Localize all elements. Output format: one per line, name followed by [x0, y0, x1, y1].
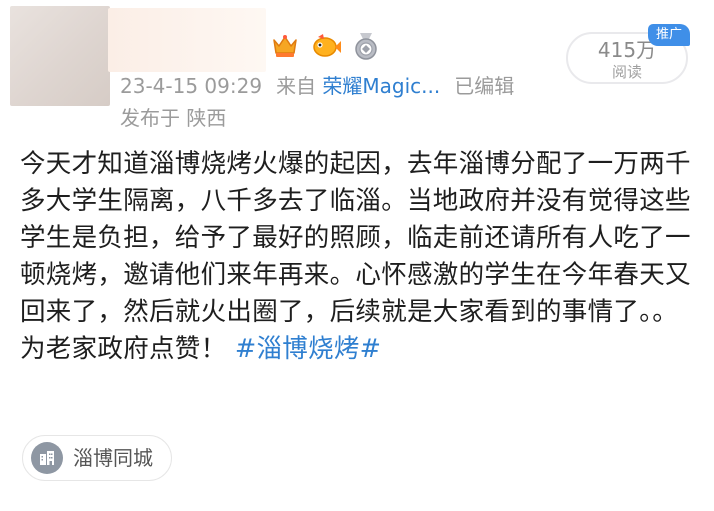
source-prefix: 来自 [276, 74, 317, 98]
hashtag-link[interactable]: #淄博烧烤# [235, 334, 382, 364]
username[interactable] [108, 8, 266, 72]
fish-icon[interactable] [310, 31, 342, 61]
post-meta: 23-4-15 09:29 来自 荣耀Magic... 已编辑 [120, 72, 514, 100]
user-badges [270, 30, 390, 62]
geo-tag-pill[interactable]: 淄博同城 [22, 435, 172, 481]
crown-medal-icon[interactable] [270, 31, 300, 61]
geo-tag-label: 淄博同城 [73, 446, 153, 470]
building-icon [31, 442, 63, 474]
read-label: 阅读 [611, 63, 642, 81]
silver-medal-icon[interactable] [352, 31, 380, 61]
post-timestamp: 23-4-15 09:29 [120, 74, 263, 98]
post-location: 发布于 陕西 [120, 106, 227, 130]
edited-label[interactable]: 已编辑 [454, 74, 514, 98]
promo-button[interactable]: 推广 [648, 24, 690, 46]
post-body: 今天才知道淄博烧烤火爆的起因，去年淄博分配了一万两千多大学生隔离，八千多去了临淄… [20, 146, 700, 368]
avatar[interactable] [10, 6, 110, 106]
source-app-link[interactable]: 荣耀Magic... [322, 74, 440, 98]
post-text: 今天才知道淄博烧烤火爆的起因，去年淄博分配了一万两千多大学生隔离，八千多去了临淄… [20, 149, 691, 364]
weibo-post-card: 23-4-15 09:29 来自 荣耀Magic... 已编辑 发布于 陕西 415… [0, 0, 714, 511]
